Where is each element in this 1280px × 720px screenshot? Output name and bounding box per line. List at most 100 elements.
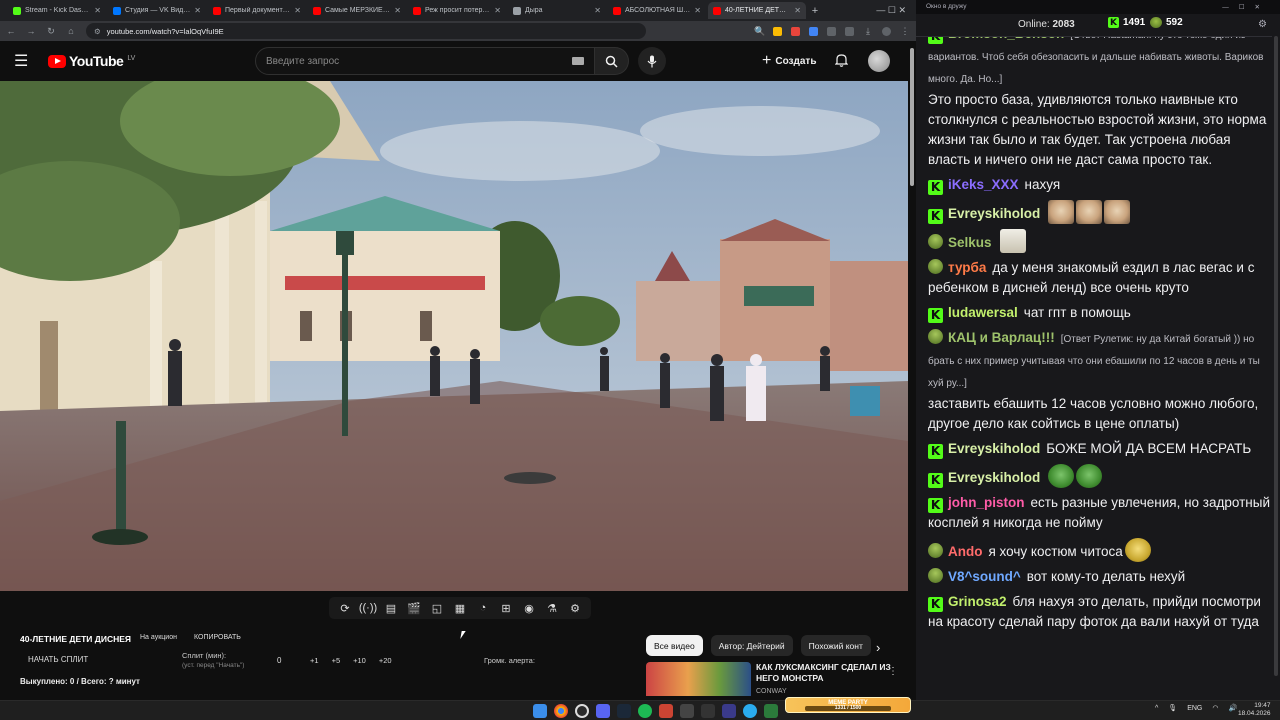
speed-icon[interactable]: ◔ (475, 601, 491, 615)
tab-close-icon[interactable]: ✕ (94, 6, 101, 15)
picture-in-picture-icon[interactable]: ◱ (429, 601, 445, 615)
chat-username[interactable]: Evreyskiholod (948, 206, 1040, 221)
new-tab-button[interactable]: + (808, 5, 822, 17)
wifi-icon[interactable]: ◠ (1212, 704, 1218, 712)
browser-tab[interactable]: Реж просит потерпеть ✕ (408, 2, 506, 19)
chat-username[interactable]: Ando (948, 544, 983, 559)
microphone-tray-icon[interactable]: 🎙 (1168, 704, 1177, 712)
copy-button[interactable]: КОПИРОВАТЬ (194, 634, 241, 641)
chat-settings-icon[interactable]: ⚙ (1258, 19, 1267, 30)
increment-button[interactable]: +20 (379, 656, 392, 665)
split-minutes-field[interactable]: 0 (277, 656, 281, 665)
video-player[interactable] (0, 81, 908, 591)
notifications-bell-icon[interactable] (834, 53, 849, 70)
extension-icon[interactable] (791, 26, 800, 36)
tab-close-icon[interactable]: ✕ (694, 6, 701, 15)
stream-icon[interactable]: ▤ (383, 601, 399, 615)
telegram-icon[interactable] (743, 704, 757, 718)
account-avatar[interactable] (868, 50, 890, 72)
chat-username[interactable]: iKeks_XXX (948, 177, 1019, 192)
browser-tab[interactable]: АБСОЛЮТНАЯ ШИЗОФ ✕ (608, 2, 706, 19)
chevron-right-icon[interactable]: › (876, 640, 880, 655)
audio-wave-icon[interactable]: ((·)) (359, 601, 377, 615)
browser-tab[interactable]: Дыра ✕ (508, 2, 606, 19)
chat-username[interactable]: КАЦ и Варлац!!! (948, 330, 1055, 345)
url-field[interactable]: ⚙ youtube.com/watch?v=lalOqVfuI9E (86, 23, 646, 39)
search-button[interactable] (595, 47, 629, 75)
browser-tab[interactable]: Студия — VK Видео Live✕ (108, 2, 206, 19)
chip-author[interactable]: Автор: Дейтерий (710, 635, 793, 656)
browser-tab[interactable]: Первый документальный✕ (208, 2, 306, 19)
extension-icon[interactable] (809, 26, 818, 36)
chip-similar[interactable]: Похожий конт (800, 635, 871, 656)
tab-close-icon[interactable]: ✕ (594, 6, 601, 15)
browser-tab[interactable]: Stream - Kick Dashboard ✕ (8, 2, 106, 19)
increment-button[interactable]: +1 (310, 656, 319, 665)
clapper-icon[interactable]: 🎬 (406, 601, 422, 615)
clock[interactable]: 19:47 18.04.2026 (1238, 702, 1271, 718)
voice-search-button[interactable] (638, 47, 666, 75)
app-icon[interactable] (701, 704, 715, 718)
chevron-up-icon[interactable]: ^ (1155, 705, 1158, 712)
recommended-thumbnail[interactable] (646, 662, 751, 696)
app-icon[interactable] (680, 704, 694, 718)
download-icon[interactable]: ⤓ (863, 26, 873, 37)
beaker-icon[interactable]: ⚗ (544, 601, 560, 615)
tab-close-icon[interactable]: ✕ (494, 6, 501, 15)
zoom-icon[interactable]: 🔍 (754, 26, 765, 37)
extension-icon[interactable] (827, 26, 836, 36)
reload-icon[interactable]: ↻ (46, 26, 56, 37)
site-info-icon[interactable]: ⚙ (94, 27, 101, 36)
chat-scrollbar-thumb[interactable] (1274, 36, 1278, 676)
extension-icon[interactable] (773, 26, 782, 36)
back-icon[interactable]: ← (6, 26, 16, 36)
film-icon[interactable]: ▦ (452, 601, 468, 615)
recommended-title[interactable]: КАК ЛУКСМАКСИНГ СДЕЛАЛ ИЗ НЕГО МОНСТРА (756, 662, 891, 684)
browser-tab[interactable]: Самые МЕРЗКИЕ форум✕ (308, 2, 406, 19)
browser-tab[interactable]: 40-ЛЕТНИЕ ДЕТИ ДИСНЕЯ✕ (708, 2, 806, 19)
add-frame-icon[interactable]: ⊞ (498, 601, 514, 615)
start-split-button[interactable]: НАЧАТЬ СПЛИТ (28, 655, 88, 664)
chrome-icon[interactable] (554, 704, 568, 718)
chat-username[interactable]: ludawersal (948, 305, 1018, 320)
chat-username[interactable]: john_piston (948, 495, 1025, 510)
chat-username[interactable]: турба (948, 260, 986, 275)
app-icon[interactable] (659, 704, 673, 718)
chat-username[interactable]: Evreyskiholod (948, 470, 1040, 485)
more-options-icon[interactable]: ⋮ (888, 666, 898, 677)
screenshot-icon[interactable]: ◉ (521, 601, 537, 615)
search-input[interactable]: Введите запрос (255, 47, 595, 75)
chip-all-videos[interactable]: Все видео (646, 635, 703, 656)
page-scrollbar-thumb[interactable] (910, 48, 914, 186)
steam-icon[interactable] (617, 704, 631, 718)
profile-icon[interactable] (882, 26, 891, 36)
volume-icon[interactable]: 🔊 (1228, 704, 1237, 712)
chat-username[interactable]: V8^sound^ (948, 569, 1021, 584)
chat-username[interactable]: Grinosa2 (948, 594, 1007, 609)
recommended-channel[interactable]: CONWAY (756, 688, 787, 695)
auction-button[interactable]: На аукцион (140, 634, 177, 641)
increment-button[interactable]: +10 (353, 656, 366, 665)
keyboard-icon[interactable] (572, 57, 584, 65)
home-icon[interactable]: ⌂ (66, 26, 76, 36)
chat-username[interactable]: Evreyskiholod (948, 441, 1040, 456)
youtube-logo[interactable]: YouTube LV (48, 53, 135, 69)
gear-icon[interactable]: ⚙ (567, 601, 583, 615)
tab-close-icon[interactable]: ✕ (294, 6, 301, 15)
hamburger-menu-icon[interactable]: ☰ (14, 51, 34, 71)
app-icon[interactable] (722, 704, 736, 718)
forward-icon[interactable]: → (26, 26, 36, 36)
chat-window-controls[interactable]: —☐✕ (1222, 3, 1270, 11)
puzzle-icon[interactable] (845, 26, 854, 36)
app-icon[interactable] (764, 704, 778, 718)
increment-button[interactable]: +5 (332, 656, 341, 665)
menu-dots-icon[interactable]: ⋮ (900, 26, 910, 37)
spotify-icon[interactable] (638, 704, 652, 718)
windows-start-icon[interactable] (533, 704, 547, 718)
obs-icon[interactable] (575, 704, 589, 718)
create-button[interactable]: + Создать (762, 49, 816, 73)
window-controls[interactable]: — ☐ ✕ (876, 5, 916, 16)
tab-close-icon[interactable]: ✕ (794, 6, 801, 15)
loop-icon[interactable]: ⟳ (337, 601, 353, 615)
discord-icon[interactable] (596, 704, 610, 718)
